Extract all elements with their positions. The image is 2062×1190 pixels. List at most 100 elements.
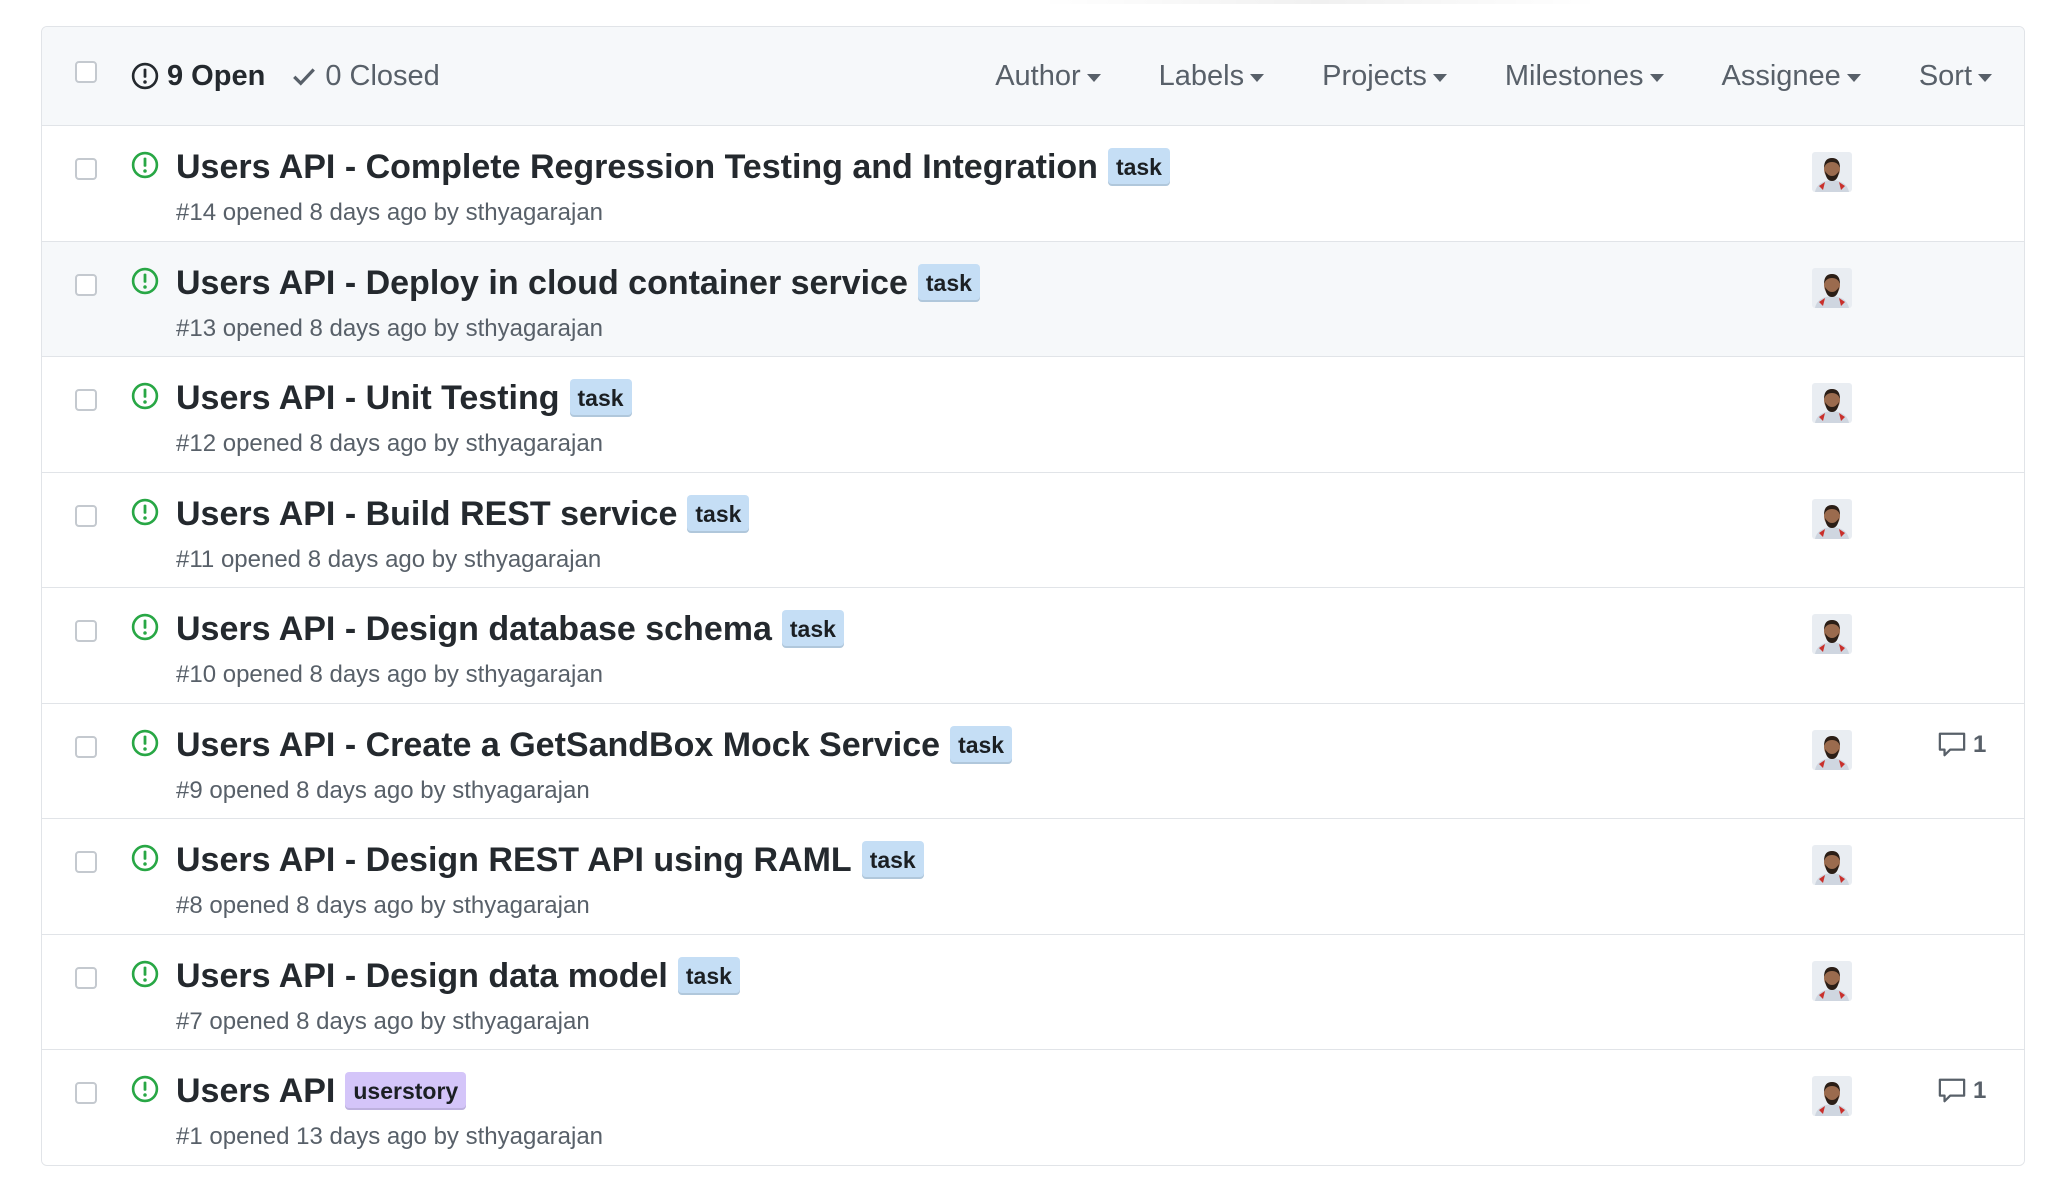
- issues-list-header: 9 Open 0 Closed Author Labels Projects Mile…: [42, 27, 2024, 126]
- issue-title-line: Users API - Design database schema task: [176, 607, 844, 651]
- issue-meta: #10 opened 8 days ago by sthyagarajan: [176, 660, 603, 690]
- open-issues-tab[interactable]: 9 Open: [131, 59, 265, 93]
- issue-number: #9: [176, 776, 203, 804]
- assignee-avatar[interactable]: [1812, 845, 1852, 885]
- issue-checkbox[interactable]: [75, 389, 97, 411]
- issue-author-link[interactable]: sthyagarajan: [452, 1008, 589, 1035]
- issue-title-link[interactable]: Users API - Design data model: [176, 954, 668, 998]
- issue-row[interactable]: Users API - Complete Regression Testing …: [42, 126, 2024, 242]
- state-toggle: 9 Open 0 Closed: [131, 59, 466, 93]
- assignee-avatar[interactable]: [1812, 729, 1852, 770]
- issue-label-task[interactable]: task: [917, 263, 980, 302]
- comments-link[interactable]: 1: [1937, 731, 1986, 759]
- issue-checkbox[interactable]: [75, 1082, 97, 1104]
- comment-icon: [1938, 1078, 1966, 1103]
- issue-author-link[interactable]: sthyagarajan: [466, 430, 603, 457]
- issue-opened-icon: [131, 267, 159, 300]
- issue-title-link[interactable]: Users API - Complete Regression Testing …: [176, 145, 1098, 189]
- issue-author-link[interactable]: sthyagarajan: [464, 546, 601, 573]
- issue-checkbox[interactable]: [75, 851, 97, 873]
- issue-number: #13: [176, 314, 217, 342]
- issue-author-link[interactable]: sthyagarajan: [466, 315, 603, 342]
- issue-label-userstory[interactable]: userstory: [345, 1072, 467, 1110]
- issue-checkbox[interactable]: [75, 735, 97, 758]
- issue-label-task[interactable]: task: [950, 725, 1013, 764]
- issue-opened-icon: [131, 729, 159, 762]
- comments-link[interactable]: 1: [1937, 1077, 1986, 1105]
- issue-row[interactable]: Users API - Build REST service task #11 …: [42, 472, 2024, 588]
- issue-meta: #11 opened 8 days ago by sthyagarajan: [176, 545, 601, 575]
- issue-checkbox[interactable]: [75, 273, 97, 296]
- issue-opened-text: opened 8 days ago by: [222, 199, 459, 226]
- issue-label-task[interactable]: task: [861, 841, 924, 879]
- issue-checkbox[interactable]: [75, 158, 97, 180]
- issue-checkbox[interactable]: [75, 620, 97, 642]
- issue-row[interactable]: Users API - Design data model task #7 op…: [42, 934, 2024, 1050]
- issue-title-link[interactable]: Users API - Design database schema: [176, 607, 772, 651]
- issue-label-task[interactable]: task: [1107, 148, 1170, 186]
- issue-author-link[interactable]: sthyagarajan: [466, 1123, 603, 1150]
- issue-opened-icon: [131, 960, 159, 993]
- issue-title-link[interactable]: Users API - Design REST API using RAML: [176, 838, 852, 882]
- issue-opened-icon: [131, 1075, 159, 1108]
- issue-checkbox[interactable]: [75, 504, 97, 527]
- issue-meta: #8 opened 8 days ago by sthyagarajan: [176, 891, 590, 921]
- issue-title-link[interactable]: Users API - Create a GetSandBox Mock Ser…: [176, 723, 940, 767]
- filter-bar: Author Labels Projects Milestones Assignee So…: [995, 59, 1992, 93]
- issue-title-line: Users API - Unit Testing task: [176, 376, 632, 420]
- issue-author-link[interactable]: sthyagarajan: [452, 777, 589, 804]
- issue-opened-text: opened 8 days ago by: [209, 776, 446, 804]
- issue-title-link[interactable]: Users API - Deploy in cloud container se…: [176, 261, 908, 305]
- issue-author-link[interactable]: sthyagarajan: [466, 199, 603, 226]
- issue-author-link[interactable]: sthyagarajan: [452, 892, 589, 919]
- issue-title-link[interactable]: Users API - Unit Testing: [176, 376, 560, 420]
- filter-sort-dropdown[interactable]: Sort: [1919, 59, 1992, 93]
- filter-milestones-dropdown[interactable]: Milestones: [1505, 59, 1664, 93]
- issue-opened-icon: [131, 151, 159, 184]
- filter-projects-dropdown[interactable]: Projects: [1322, 59, 1447, 93]
- assignee-avatar[interactable]: [1812, 152, 1852, 192]
- issue-opened-text: opened 8 days ago by: [220, 545, 458, 573]
- assignee-avatar[interactable]: [1812, 960, 1852, 1001]
- issue-label-task[interactable]: task: [687, 494, 750, 533]
- issue-number: #1: [176, 1123, 203, 1150]
- issue-label-task[interactable]: task: [569, 379, 632, 417]
- filter-author-dropdown[interactable]: Author: [995, 59, 1101, 93]
- issue-opened-icon: [131, 613, 159, 646]
- closed-issues-tab[interactable]: 0 Closed: [291, 59, 440, 93]
- issue-row[interactable]: Users API - Design database schema task …: [42, 588, 2024, 704]
- select-all-checkbox[interactable]: [75, 61, 97, 83]
- filter-labels-dropdown[interactable]: Labels: [1159, 59, 1265, 93]
- assignee-avatar[interactable]: [1812, 498, 1852, 539]
- issue-author-link[interactable]: sthyagarajan: [466, 661, 603, 688]
- issue-opened-text: opened 8 days ago by: [222, 430, 459, 457]
- issue-row[interactable]: Users API - Unit Testing task #12 opened…: [42, 357, 2024, 473]
- issue-checkbox[interactable]: [75, 966, 97, 989]
- issue-row[interactable]: Users API - Deploy in cloud container se…: [42, 241, 2024, 357]
- open-count-label: 9 Open: [167, 60, 266, 92]
- issue-meta: #14 opened 8 days ago by sthyagarajan: [176, 198, 603, 228]
- filter-assignee-dropdown[interactable]: Assignee: [1722, 59, 1861, 93]
- assignee-avatar[interactable]: [1812, 383, 1852, 423]
- issue-label-task[interactable]: task: [677, 956, 740, 995]
- assignee-avatar[interactable]: [1812, 267, 1852, 308]
- issue-opened-text: opened 8 days ago by: [222, 661, 459, 688]
- issue-title-link[interactable]: Users API: [176, 1069, 335, 1113]
- issue-meta: #13 opened 8 days ago by sthyagarajan: [176, 314, 603, 344]
- issue-label-task[interactable]: task: [781, 610, 844, 648]
- assignee-avatar[interactable]: [1812, 614, 1852, 654]
- issue-meta: #12 opened 8 days ago by sthyagarajan: [176, 429, 603, 459]
- caret-down-icon: [1846, 73, 1861, 82]
- issue-row[interactable]: Users API userstory #1 opened 13 days ag…: [42, 1050, 2024, 1165]
- issue-meta: #7 opened 8 days ago by sthyagarajan: [176, 1007, 590, 1037]
- issue-number: #11: [176, 545, 215, 573]
- caret-down-icon: [1432, 73, 1447, 82]
- issue-row[interactable]: Users API - Create a GetSandBox Mock Ser…: [42, 703, 2024, 819]
- caret-down-icon: [1649, 73, 1664, 82]
- issue-opened-text: opened 8 days ago by: [209, 892, 446, 919]
- check-icon: [293, 68, 316, 86]
- issue-row[interactable]: Users API - Design REST API using RAML t…: [42, 819, 2024, 935]
- issue-title-link[interactable]: Users API - Build REST service: [176, 492, 677, 536]
- assignee-avatar[interactable]: [1812, 1076, 1852, 1116]
- issue-meta: #9 opened 8 days ago by sthyagarajan: [176, 776, 590, 806]
